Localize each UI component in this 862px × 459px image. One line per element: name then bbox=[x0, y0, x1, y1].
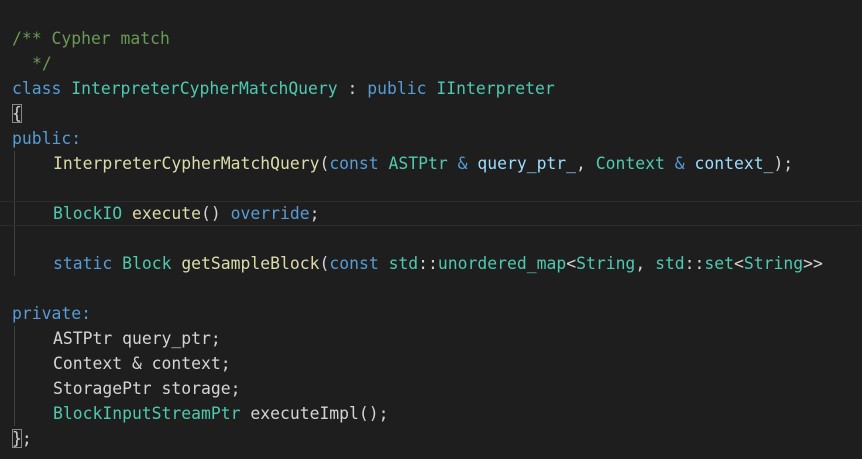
code-line-14: Context & context; bbox=[0, 351, 862, 376]
std-namespace: std bbox=[655, 254, 685, 273]
code-line-3: class InterpreterCypherMatchQuery : publ… bbox=[0, 76, 862, 101]
code-line-13: ASTPtr query_ptr; bbox=[0, 326, 862, 351]
code-line-7 bbox=[0, 176, 862, 201]
static-keyword: static bbox=[53, 254, 113, 273]
close-brace: } bbox=[12, 429, 22, 448]
fn-paren-open: ( bbox=[319, 254, 330, 273]
template-close: >> bbox=[803, 254, 823, 273]
code-line-12: private: bbox=[0, 301, 862, 326]
template-open: < bbox=[566, 254, 577, 273]
doc-comment-open: /** Cypher match bbox=[12, 29, 170, 48]
block-type: Block bbox=[122, 254, 172, 273]
code-line-6: InterpreterCypherMatchQuery(const ASTPtr… bbox=[0, 151, 862, 176]
code-line-2: */ bbox=[0, 51, 862, 76]
indent-guide bbox=[14, 251, 15, 276]
std-namespace: std bbox=[388, 254, 419, 273]
ctor-end: ); bbox=[773, 154, 794, 173]
public-access-specifier: public: bbox=[12, 129, 82, 148]
member-astptr-type: ASTPtr bbox=[53, 329, 113, 348]
scope-operator: :: bbox=[418, 254, 438, 273]
param-comma: , bbox=[576, 154, 596, 173]
reference-amp: & bbox=[664, 154, 695, 173]
set-type: set bbox=[704, 254, 735, 273]
indent-guide bbox=[14, 401, 15, 426]
query-ptr-param: query_ptr_ bbox=[477, 154, 577, 173]
execute-impl-decl: executeImpl(); bbox=[240, 404, 389, 423]
code-line-17: }; bbox=[0, 426, 862, 451]
get-sample-block-function: getSampleBlock bbox=[181, 254, 320, 273]
indent-guide bbox=[14, 202, 15, 225]
code-line-1: /** Cypher match bbox=[0, 26, 862, 51]
code-line-16: BlockInputStreamPtr executeImpl(); bbox=[0, 401, 862, 426]
code-lines: /** Cypher match */ class InterpreterCyp… bbox=[0, 26, 862, 451]
code-line-4: { bbox=[0, 101, 862, 126]
string-type: String bbox=[743, 254, 804, 273]
member-context: Context & context; bbox=[53, 354, 231, 373]
context-param: context_ bbox=[694, 154, 774, 173]
const-keyword: const bbox=[329, 254, 379, 273]
public-inherit-keyword: public bbox=[367, 79, 427, 98]
stream-type: BlockInputStreamPtr bbox=[53, 404, 241, 423]
inheritance-colon: : bbox=[337, 79, 368, 98]
indent-guide bbox=[14, 376, 15, 401]
indent-guide bbox=[14, 351, 15, 376]
base-class-name: IInterpreter bbox=[436, 79, 555, 98]
member-storage: StoragePtr storage; bbox=[53, 379, 241, 398]
open-brace: { bbox=[12, 104, 22, 123]
code-line-5: public: bbox=[0, 126, 862, 151]
override-keyword: override bbox=[230, 204, 310, 223]
astptr-type: ASTPtr bbox=[388, 154, 448, 173]
string-type: String bbox=[576, 254, 636, 273]
execute-parens: () bbox=[201, 204, 221, 223]
indent-guide bbox=[14, 226, 15, 251]
context-type: Context bbox=[595, 154, 665, 173]
member-query-ptr: query_ptr; bbox=[112, 329, 221, 348]
indent-guide bbox=[14, 176, 15, 201]
indent-guide bbox=[14, 151, 15, 176]
code-line-8: BlockIO execute() override; bbox=[0, 201, 862, 226]
execute-function: execute bbox=[131, 204, 202, 223]
template-comma: , bbox=[635, 254, 656, 273]
code-line-10: static Block getSampleBlock(const std::u… bbox=[0, 251, 862, 276]
code-editor[interactable]: /** Cypher match */ class InterpreterCyp… bbox=[0, 0, 862, 459]
doc-comment-close: */ bbox=[32, 54, 52, 73]
ctor-paren-open: ( bbox=[319, 154, 330, 173]
class-end-semicolon: ; bbox=[21, 429, 32, 448]
constructor-name: InterpreterCypherMatchQuery bbox=[53, 154, 320, 173]
code-line-9 bbox=[0, 226, 862, 251]
blockio-type: BlockIO bbox=[53, 204, 123, 223]
reference-amp: & bbox=[447, 154, 478, 173]
const-keyword: const bbox=[329, 154, 379, 173]
scope-operator: :: bbox=[684, 254, 705, 273]
class-keyword: class bbox=[12, 79, 62, 98]
private-access-specifier: private: bbox=[12, 304, 91, 323]
template-open: < bbox=[734, 254, 744, 273]
code-line-15: StoragePtr storage; bbox=[0, 376, 862, 401]
indent-guide bbox=[14, 326, 15, 351]
unordered-map-type: unordered_map bbox=[437, 254, 567, 273]
class-name: InterpreterCypherMatchQuery bbox=[71, 79, 338, 98]
statement-semicolon: ; bbox=[309, 204, 320, 223]
